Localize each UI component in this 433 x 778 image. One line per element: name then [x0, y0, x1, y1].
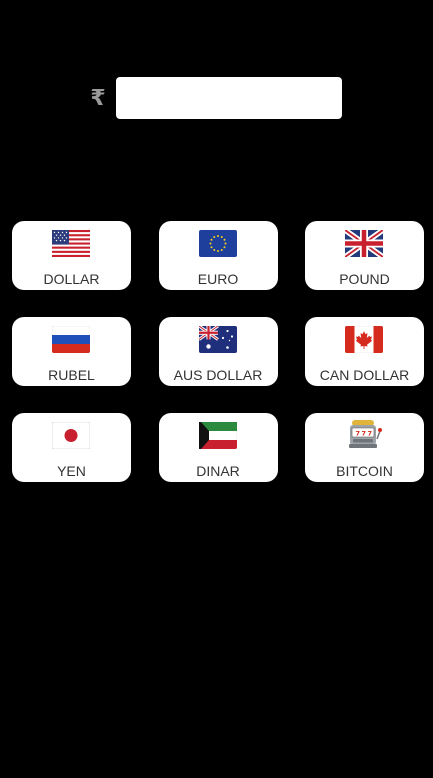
slot-machine-icon: 7 7 7: [349, 420, 382, 448]
currency-label-can-dollar: CAN DOLLAR: [319, 367, 410, 383]
currency-button-rubel[interactable]: RUBEL: [12, 317, 131, 386]
currency-label-dollar: DOLLAR: [43, 271, 100, 287]
amount-input[interactable]: [116, 77, 342, 119]
currency-label-dinar: DINAR: [196, 463, 240, 479]
currency-button-aus-dollar[interactable]: AUS DOLLAR: [158, 317, 278, 386]
kuwait-flag-icon: [198, 422, 237, 449]
currency-button-dollar[interactable]: DOLLAR: [12, 221, 131, 290]
japan-flag-icon: [52, 422, 90, 449]
svg-text:7: 7: [356, 429, 361, 437]
currency-button-dinar[interactable]: DINAR: [158, 413, 278, 482]
currency-button-bitcoin[interactable]: 7 7 7 BITCOIN: [305, 413, 424, 482]
currency-label-aus-dollar: AUS DOLLAR: [173, 367, 263, 383]
currency-label-rubel: RUBEL: [48, 367, 95, 383]
canada-flag-icon: [345, 326, 383, 353]
russia-flag-icon: [52, 326, 90, 353]
currency-label-euro: EURO: [197, 271, 239, 287]
currency-button-euro[interactable]: EURO: [158, 221, 278, 290]
svg-text:7: 7: [362, 429, 367, 437]
currency-button-pound[interactable]: POUND: [305, 221, 424, 290]
currency-label-bitcoin: BITCOIN: [336, 463, 393, 479]
rupee-symbol: ₹: [90, 86, 106, 111]
uk-flag-icon: [345, 230, 383, 257]
us-flag-icon: [52, 230, 90, 257]
svg-text:7: 7: [368, 429, 373, 437]
australia-flag-icon: [198, 326, 237, 353]
currency-label-pound: POUND: [339, 271, 390, 287]
eu-flag-icon: [198, 230, 237, 257]
currency-button-can-dollar[interactable]: CAN DOLLAR: [305, 317, 424, 386]
currency-button-yen[interactable]: YEN: [12, 413, 131, 482]
currency-grid: DOLLAR EURO POUND RUBEL AUS DOLLAR CAN D…: [12, 221, 424, 482]
currency-label-yen: YEN: [57, 463, 86, 479]
